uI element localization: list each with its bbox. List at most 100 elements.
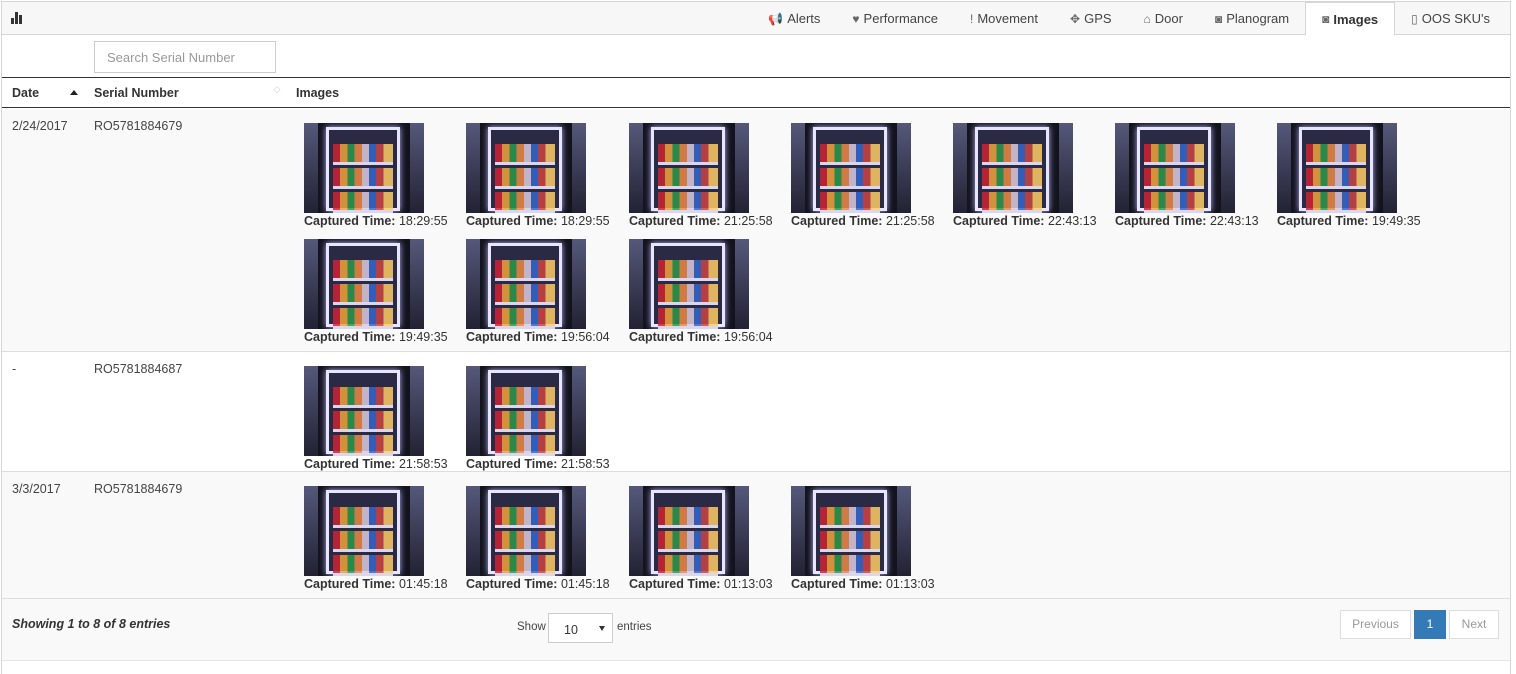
captured-time-caption: Captured Time: 01:45:18: [304, 577, 464, 591]
captured-time-value: 22:43:13: [1209, 214, 1259, 228]
captured-time-value: 01:13:03: [885, 577, 935, 591]
image-thumbnail[interactable]: Captured Time: 18:29:55: [466, 123, 626, 228]
next-button[interactable]: Next: [1449, 610, 1499, 639]
captured-time-value: 18:29:55: [398, 214, 448, 228]
captured-time-label: Captured Time:: [466, 214, 558, 228]
table-header: Date Serial Number ◇ Images: [2, 77, 1510, 108]
tab-performance[interactable]: ♥ Performance: [836, 2, 954, 35]
captured-time-label: Captured Time:: [304, 457, 396, 471]
fridge-photo[interactable]: [466, 239, 586, 329]
image-thumbnail[interactable]: Captured Time: 19:56:04: [629, 239, 789, 344]
table-row: - RO5781884687 Captured Time: 21:58:53 Capt…: [2, 352, 1510, 472]
captured-time-label: Captured Time:: [466, 577, 558, 591]
page-size-value: 10: [564, 623, 578, 637]
captured-time-value: 21:58:53: [560, 457, 610, 471]
tab-planogram[interactable]: ◙ Planogram: [1199, 2, 1305, 35]
image-thumbnail[interactable]: Captured Time: 01:13:03: [629, 486, 789, 591]
captured-time-caption: Captured Time: 21:25:58: [629, 214, 789, 228]
fridge-photo[interactable]: [791, 486, 911, 576]
captured-time-caption: Captured Time: 22:43:13: [1115, 214, 1275, 228]
captured-time-value: 19:56:04: [723, 330, 773, 344]
fridge-photo[interactable]: [304, 123, 424, 213]
captured-time-caption: Captured Time: 22:43:13: [953, 214, 1113, 228]
page-1-button[interactable]: 1: [1414, 610, 1446, 639]
tab-label: GPS: [1084, 11, 1112, 26]
image-thumbnail[interactable]: Captured Time: 22:43:13: [1115, 123, 1275, 228]
fridge-photo[interactable]: [1115, 123, 1235, 213]
captured-time-caption: Captured Time: 01:13:03: [629, 577, 789, 591]
fridge-photo[interactable]: [466, 123, 586, 213]
tab-gps[interactable]: ✥ GPS: [1054, 2, 1128, 35]
sort-ascending-icon[interactable]: [70, 90, 78, 95]
page-size-select[interactable]: 10: [548, 613, 613, 643]
date-cell: 3/3/2017: [12, 482, 61, 496]
image-thumbnail[interactable]: Captured Time: 19:49:35: [1277, 123, 1437, 228]
camera-icon: ◙: [1322, 12, 1330, 26]
bar-chart-icon[interactable]: [11, 12, 25, 24]
previous-button[interactable]: Previous: [1340, 610, 1411, 639]
image-thumbnail[interactable]: Captured Time: 19:49:35: [304, 239, 464, 344]
fridge-photo[interactable]: [629, 486, 749, 576]
exclamation-icon: !: [969, 11, 974, 26]
tab-door[interactable]: ⌂ Door: [1128, 2, 1199, 35]
image-thumbnail[interactable]: Captured Time: 18:29:55: [304, 123, 464, 228]
tab-label: OOS SKU's: [1421, 11, 1490, 26]
fridge-photo[interactable]: [304, 486, 424, 576]
captured-time-caption: Captured Time: 19:49:35: [1277, 214, 1437, 228]
captured-time-value: 21:25:58: [885, 214, 935, 228]
tab-images[interactable]: ◙ Images: [1305, 2, 1396, 36]
chevron-down-icon: [599, 626, 605, 631]
fridge-photo[interactable]: [629, 239, 749, 329]
images-panel: 📢 Alerts ♥ Performance! Movement ✥ GPS ⌂ Door ◙ Pl…: [1, 1, 1511, 674]
home-icon: ⌂: [1143, 11, 1151, 26]
fridge-photo[interactable]: [304, 366, 424, 456]
fridge-photo[interactable]: [304, 239, 424, 329]
captured-time-label: Captured Time:: [791, 214, 883, 228]
image-thumbnail[interactable]: Captured Time: 21:58:53: [466, 366, 626, 471]
image-thumbnail[interactable]: Captured Time: 21:58:53: [304, 366, 464, 471]
captured-time-caption: Captured Time: 18:29:55: [466, 214, 626, 228]
captured-time-value: 01:45:18: [560, 577, 610, 591]
show-label: Show: [517, 621, 546, 633]
captured-time-value: 22:43:13: [1047, 214, 1097, 228]
captured-time-value: 21:58:53: [398, 457, 448, 471]
image-thumbnail[interactable]: Captured Time: 19:56:04: [466, 239, 626, 344]
captured-time-label: Captured Time:: [629, 330, 721, 344]
column-serial-number[interactable]: Serial Number: [94, 78, 179, 108]
image-thumbnail[interactable]: Captured Time: 22:43:13: [953, 123, 1113, 228]
fridge-photo[interactable]: [466, 486, 586, 576]
tab-alerts[interactable]: 📢 Alerts: [752, 2, 836, 35]
date-cell: 2/24/2017: [12, 119, 68, 133]
tab-oos-sku-s[interactable]: ▯ OOS SKU's: [1395, 2, 1506, 35]
sort-both-icon[interactable]: ◇: [272, 85, 282, 101]
fridge-photo[interactable]: [953, 123, 1073, 213]
captured-time-label: Captured Time:: [1277, 214, 1369, 228]
serial-number-cell: RO5781884687: [94, 362, 183, 376]
column-date[interactable]: Date: [12, 78, 39, 108]
image-thumbnail[interactable]: Captured Time: 01:13:03: [791, 486, 951, 591]
captured-time-label: Captured Time:: [953, 214, 1045, 228]
fridge-photo[interactable]: [791, 123, 911, 213]
captured-time-value: 18:29:55: [560, 214, 610, 228]
fridge-photo[interactable]: [466, 366, 586, 456]
tab-movement[interactable]: ! Movement: [954, 2, 1054, 35]
table-row: 2/24/2017 RO5781884679 Captured Time: 18:2…: [2, 109, 1510, 352]
captured-time-value: 19:56:04: [560, 330, 610, 344]
fridge-photo[interactable]: [1277, 123, 1397, 213]
search-serial-input[interactable]: [94, 41, 276, 73]
serial-number-cell: RO5781884679: [94, 119, 183, 133]
tab-label: Planogram: [1226, 11, 1290, 26]
image-thumbnail[interactable]: Captured Time: 01:45:18: [466, 486, 626, 591]
captured-time-label: Captured Time:: [304, 577, 396, 591]
image-thumbnail[interactable]: Captured Time: 21:25:58: [791, 123, 951, 228]
captured-time-label: Captured Time:: [1115, 214, 1207, 228]
captured-time-caption: Captured Time: 19:49:35: [304, 330, 464, 344]
captured-time-value: 19:49:35: [398, 330, 448, 344]
tab-label: Movement: [977, 11, 1039, 26]
fridge-photo[interactable]: [629, 123, 749, 213]
captured-time-label: Captured Time:: [304, 330, 396, 344]
entries-label: entries: [617, 621, 652, 633]
captured-time-value: 21:25:58: [723, 214, 773, 228]
image-thumbnail[interactable]: Captured Time: 01:45:18: [304, 486, 464, 591]
image-thumbnail[interactable]: Captured Time: 21:25:58: [629, 123, 789, 228]
